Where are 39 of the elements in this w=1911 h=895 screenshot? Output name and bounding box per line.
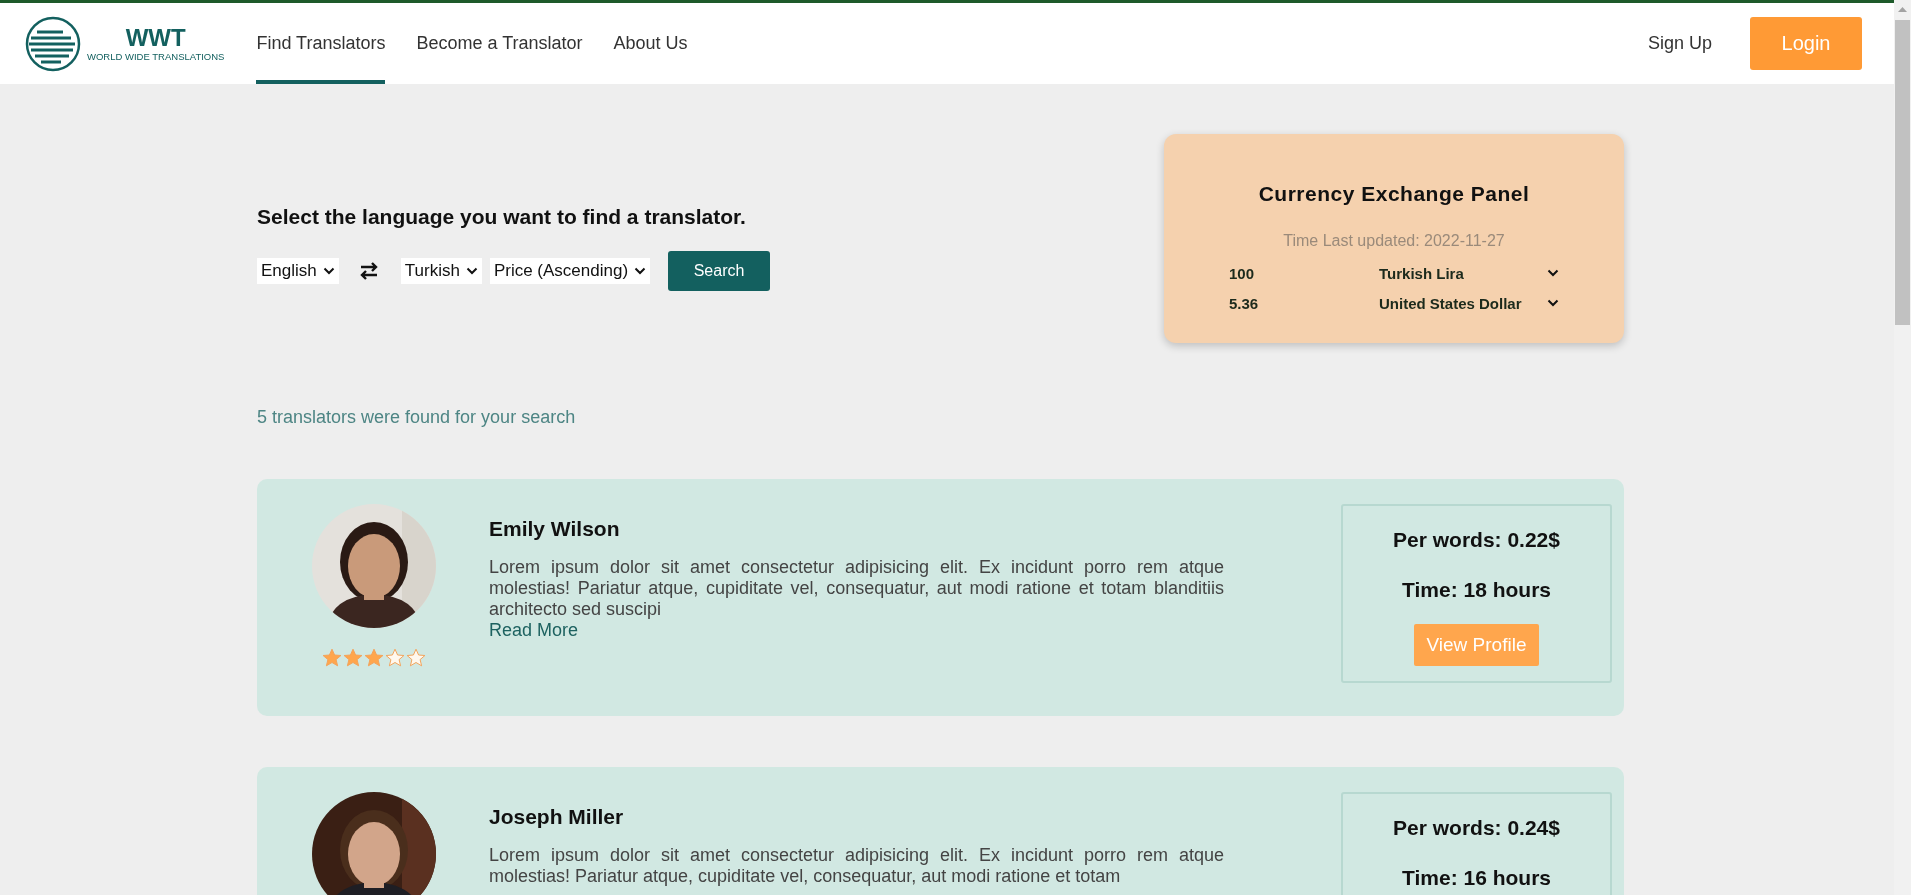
source-language-dropdown[interactable]: English xyxy=(257,257,339,284)
amount-field[interactable]: 100 xyxy=(1229,264,1379,282)
time-text: Time: 16 hours xyxy=(1402,866,1551,890)
last-updated-text: Time Last updated: 2022-11-27 xyxy=(1283,232,1505,250)
price-text: Per words: 0.22$ xyxy=(1393,528,1560,552)
chevron-down-icon xyxy=(465,266,478,275)
translator-bio: Lorem ipsum dolor sit amet consectetur adipisicing elit. Ex incidunt porro rem atque molestias! Pariatur atque, cupiditate vel, consequatur, aut modi ratione et totam xyxy=(489,845,1224,887)
logo-title: WWT xyxy=(125,25,186,51)
nav-tab[interactable]: Become a Translator xyxy=(416,3,583,84)
star-icon xyxy=(406,648,426,668)
read-more-link[interactable]: Read More xyxy=(489,620,579,641)
logo-subtitle: WORLD WIDE TRANSLATIONS xyxy=(87,51,225,62)
chevron-down-icon xyxy=(634,266,647,275)
price-text: Per words: 0.24$ xyxy=(1393,816,1560,840)
time-text: Time: 18 hours xyxy=(1402,578,1551,602)
star-icon xyxy=(364,648,384,668)
star-icon xyxy=(322,648,342,668)
globe-logo-icon xyxy=(25,15,81,72)
nav-tab[interactable]: Find Translators xyxy=(256,3,386,84)
translator-bio: Lorem ipsum dolor sit amet consectetur adipisicing elit. Ex incidunt porro rem atque molestias! Pariatur atque, cupiditate vel, consequatur, aut modi ratione et totam blanditiis architecto sed suscipi xyxy=(489,557,1224,620)
nav-tab[interactable]: About Us xyxy=(613,3,688,84)
currency-dropdown[interactable]: United States Dollar xyxy=(1379,294,1559,312)
translator-name: Joseph Miller xyxy=(489,805,625,829)
sign-up-link[interactable]: Sign Up xyxy=(1647,33,1712,54)
chevron-down-icon xyxy=(1547,299,1559,307)
search-button[interactable]: Search xyxy=(668,250,771,291)
search-heading: Select the language you want to find a translator. xyxy=(257,204,747,229)
chevron-down-icon xyxy=(1547,269,1559,277)
swap-arrows-icon[interactable] xyxy=(358,260,379,281)
translator-name: Emily Wilson xyxy=(489,517,621,541)
amount-field[interactable]: 5.36 xyxy=(1229,294,1379,312)
chevron-down-icon xyxy=(322,266,335,275)
star-icon xyxy=(343,648,363,668)
panel-title: Currency Exchange Panel xyxy=(1258,182,1530,206)
results-count-text: 5 translators were found for your search xyxy=(257,407,577,428)
currency-dropdown[interactable]: Turkish Lira xyxy=(1379,264,1559,282)
target-language-dropdown[interactable]: Turkish xyxy=(400,257,482,284)
sort-dropdown[interactable]: Price (Ascending) xyxy=(489,257,651,284)
star-icon xyxy=(385,648,405,668)
